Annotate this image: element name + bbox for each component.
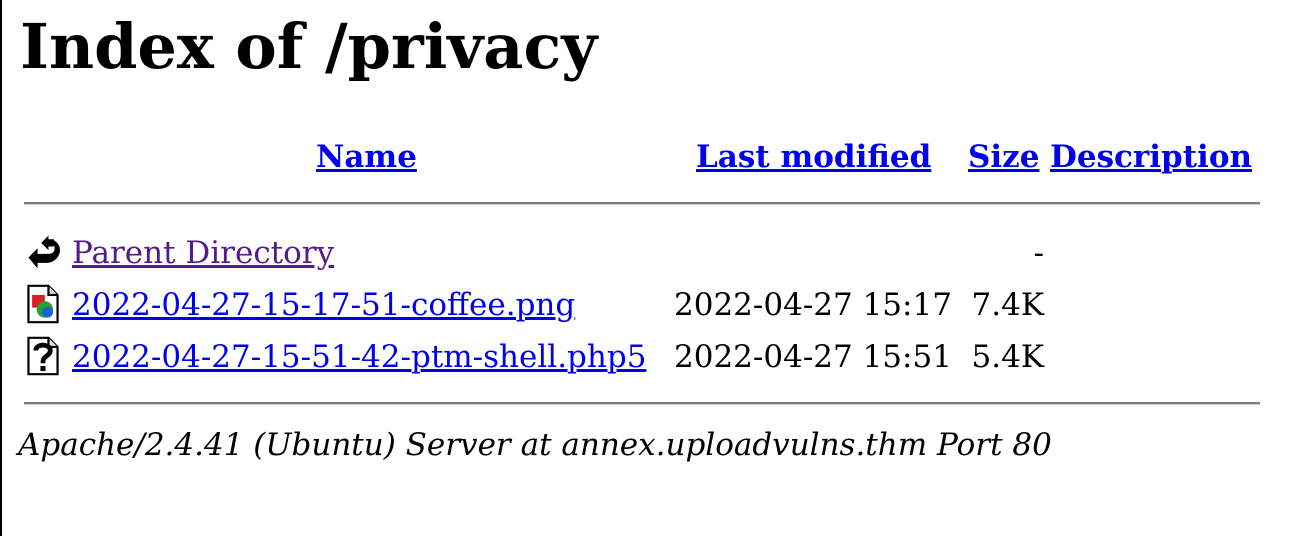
column-header-size[interactable]: Size: [968, 138, 1040, 176]
row-date: 2022-04-27 15:51: [674, 339, 952, 375]
row-size: 7.4K: [971, 287, 1044, 323]
row-date: 2022-04-27 15:17: [674, 287, 952, 323]
row-size: -: [1033, 235, 1044, 271]
row-size: 5.4K: [971, 339, 1044, 375]
window-left-border: [0, 0, 2, 536]
back-arrow-icon: [28, 235, 61, 269]
image-file-icon: [27, 284, 59, 324]
file-link-coffee-png[interactable]: 2022-04-27-15-17-51-coffee.png: [72, 286, 575, 324]
column-header-description[interactable]: Description: [1050, 138, 1252, 176]
unknown-file-icon: [27, 336, 59, 376]
header-divider: [24, 202, 1260, 205]
column-header-last-modified[interactable]: Last modified: [696, 138, 931, 176]
page-title: Index of /privacy: [20, 10, 598, 83]
footer-divider: [24, 402, 1260, 405]
file-link-ptm-shell-php5[interactable]: 2022-04-27-15-51-42-ptm-shell.php5: [72, 338, 646, 376]
parent-directory-link[interactable]: Parent Directory: [72, 234, 334, 272]
column-header-name[interactable]: Name: [316, 138, 417, 176]
server-signature: Apache/2.4.41 (Ubuntu) Server at annex.u…: [18, 427, 1052, 463]
